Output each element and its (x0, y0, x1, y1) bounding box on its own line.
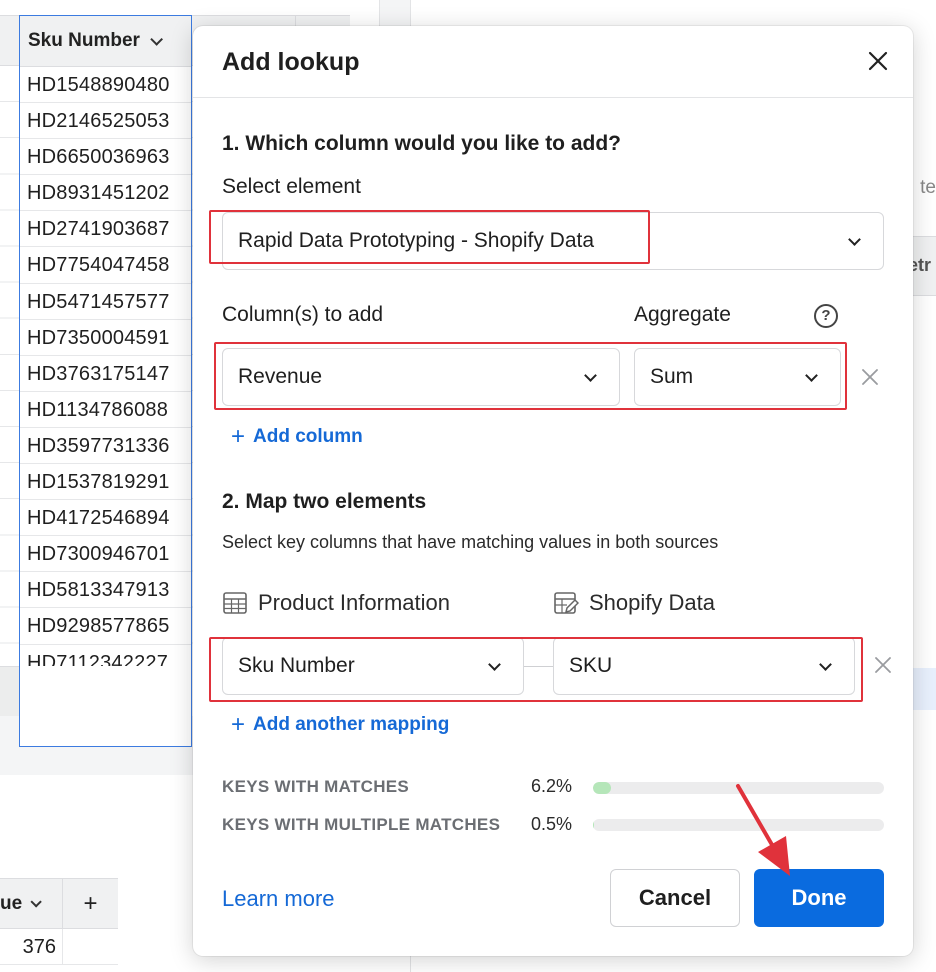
keys-multiple-matches-value: 0.5% (531, 814, 573, 834)
sku-number-header[interactable]: Sku Number (20, 16, 191, 67)
left-key-dropdown[interactable]: Sku Number (222, 637, 524, 695)
table-icon (223, 592, 247, 614)
column-header[interactable] (0, 15, 20, 66)
chevron-down-icon (848, 233, 861, 246)
aggregate-label: Aggregate (634, 303, 731, 326)
keys-with-matches-fill (593, 782, 612, 794)
learn-more-link[interactable]: Learn more (222, 886, 335, 912)
aggregate-dropdown[interactable]: Sum (634, 348, 841, 406)
aggregate-value: Sum (650, 365, 694, 388)
add-column-button[interactable]: + Add column (231, 425, 363, 449)
sku-number-cells: HD1548890480 HD2146525053 HD6650036963 HD89… (20, 67, 191, 666)
left-source-name: Product Information (258, 590, 450, 615)
close-icon[interactable] (867, 50, 889, 72)
table-cell[interactable]: HD9298577865 (20, 608, 191, 645)
help-icon[interactable]: ? (814, 304, 838, 328)
sku-number-column[interactable]: Sku Number HD1548890480 HD2146525053 HD665… (19, 15, 192, 747)
section-1-title: 1. Which column would you like to add? (222, 132, 622, 155)
columns-to-add-label: Column(s) to add (222, 303, 384, 326)
chevron-down-icon (805, 369, 818, 382)
chevron-down-icon[interactable] (150, 32, 163, 46)
right-key-value: SKU (569, 654, 613, 677)
add-column-icon[interactable]: + (63, 890, 118, 918)
add-mapping-label: Add another mapping (253, 714, 450, 735)
mapping-connector (524, 666, 553, 667)
table-cell[interactable]: HD7300946701 (20, 536, 191, 573)
summary-table-header: ue + (0, 879, 118, 929)
table-cell[interactable]: HD5813347913 (20, 572, 191, 609)
panel-text: te (920, 177, 936, 198)
right-source-label: Shopify Data (553, 590, 715, 616)
plus-icon: + (231, 711, 246, 738)
revenue-column-header[interactable]: ue (0, 879, 63, 928)
revenue-column-header-label: ue (0, 892, 23, 914)
left-source-label: Product Information (222, 590, 450, 616)
keys-with-matches-label: KEYS WITH MATCHES (222, 777, 410, 796)
keys-multiple-matches-bar (593, 819, 884, 831)
right-key-dropdown[interactable]: SKU (553, 637, 855, 695)
table-cell[interactable]: HD1537819291 (20, 464, 191, 501)
table-cell[interactable]: HD7112342227 (20, 645, 191, 667)
table-cell[interactable]: HD7350004591 (20, 320, 191, 356)
table-grid (0, 66, 20, 666)
dialog-header: Add lookup (193, 26, 913, 98)
column-to-add-dropdown[interactable]: Revenue (222, 348, 620, 406)
chevron-down-icon (819, 658, 832, 671)
chevron-down-icon (488, 658, 501, 671)
table-cell[interactable]: HD2146525053 (20, 103, 191, 140)
column-to-add-value: Revenue (238, 365, 323, 388)
done-button[interactable]: Done (754, 869, 884, 927)
table-cell[interactable]: HD1134786088 (20, 392, 191, 428)
remove-mapping-icon[interactable] (874, 656, 892, 674)
section-2-subtitle: Select key columns that have matching va… (222, 532, 719, 552)
remove-column-icon[interactable] (861, 368, 879, 386)
table-cell[interactable]: HD2741903687 (20, 211, 191, 248)
plus-icon: + (231, 423, 246, 450)
sku-number-header-label: Sku Number (28, 30, 140, 51)
table-cell[interactable]: HD4172546894 (20, 500, 191, 537)
keys-multiple-matches-label: KEYS WITH MULTIPLE MATCHES (222, 815, 501, 834)
select-element-value: Rapid Data Prototyping - Shopify Data (238, 229, 595, 252)
table-cell[interactable]: HD5471457577 (20, 284, 191, 320)
right-source-name: Shopify Data (589, 590, 715, 615)
keys-with-matches-value: 6.2% (531, 776, 573, 796)
section-2-title: 2. Map two elements (222, 490, 427, 513)
table-cell: 376 (0, 929, 63, 964)
cancel-button[interactable]: Cancel (610, 869, 740, 927)
add-lookup-dialog: Add lookup 1. Which column would you lik… (193, 26, 913, 956)
table-row: 376 (0, 929, 118, 965)
add-column-label: Add column (253, 426, 363, 447)
table-cell[interactable]: HD6650036963 (20, 139, 191, 176)
table-cell[interactable]: HD3763175147 (20, 356, 191, 392)
table-cell[interactable]: HD1548890480 (20, 67, 191, 104)
table-cell[interactable]: HD7754047458 (20, 247, 191, 284)
chevron-down-icon[interactable] (30, 895, 42, 908)
table-cell[interactable]: HD8931451202 (20, 175, 191, 212)
keys-with-matches-bar (593, 782, 884, 794)
chevron-down-icon (584, 369, 597, 382)
dialog-title: Add lookup (222, 48, 360, 76)
select-element-dropdown[interactable]: Rapid Data Prototyping - Shopify Data (222, 212, 884, 270)
select-element-label: Select element (222, 175, 361, 198)
add-mapping-button[interactable]: + Add another mapping (231, 713, 449, 737)
left-key-value: Sku Number (238, 654, 355, 677)
table-cell[interactable]: HD3597731336 (20, 428, 191, 465)
input-table-icon (554, 592, 579, 614)
summary-table: ue + 376 (0, 878, 118, 972)
keys-multiple-matches-fill (593, 819, 595, 831)
